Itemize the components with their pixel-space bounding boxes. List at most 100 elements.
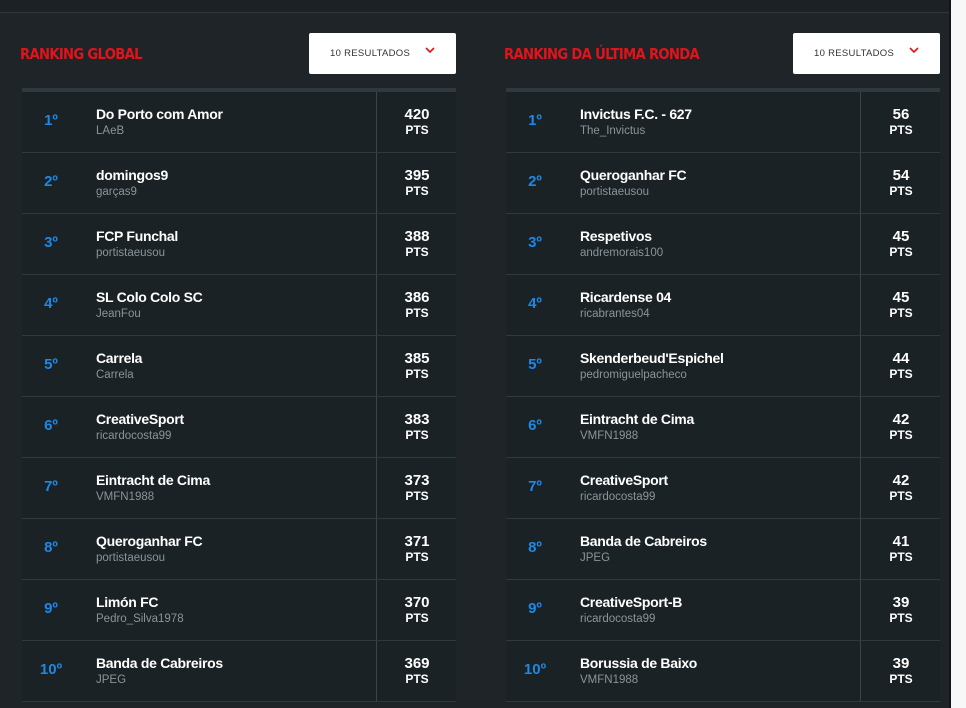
points-value: 370 (404, 594, 430, 611)
team-name[interactable]: Ricardense 04 (580, 289, 671, 305)
user-name: pedromiguelpacheco (580, 369, 687, 381)
points-value: 373 (404, 472, 430, 489)
chevron-down-icon (909, 47, 919, 54)
ranking-row[interactable]: 8º Banda de Cabreiros JPEG 41 PTS (506, 519, 940, 580)
team-name[interactable]: Banda de Cabreiros (96, 655, 223, 671)
ranking-row[interactable]: 2º Queroganhar FC portistaeusou 54 PTS (506, 153, 940, 214)
ranking-row[interactable]: 1º Invictus F.C. - 627 The_Invictus 56 PTS (506, 92, 940, 153)
team-name[interactable]: Do Porto com Amor (96, 106, 223, 122)
user-name: garças9 (96, 186, 137, 198)
user-name: Carrela (96, 369, 134, 381)
team-name[interactable]: Eintracht de Cima (96, 472, 210, 488)
team-name[interactable]: CreativeSport (580, 472, 668, 488)
user-name: VMFN1988 (580, 674, 639, 686)
team-name[interactable]: Eintracht de Cima (580, 411, 694, 427)
points-label: PTS (405, 489, 429, 503)
team-name[interactable]: CreativeSport (96, 411, 184, 427)
points-cell: 45 PTS (860, 214, 941, 274)
team-name[interactable]: SL Colo Colo SC (96, 289, 203, 305)
rank-position: 5º (44, 356, 58, 373)
user-name: VMFN1988 (96, 491, 155, 503)
ranking-row[interactable]: 10º Banda de Cabreiros JPEG 369 PTS (22, 641, 456, 702)
rank-position: 1º (44, 112, 58, 129)
ranking-page: RANKING GLOBAL 10 RESULTADOS 1º Do Porto … (0, 0, 966, 708)
ranking-row[interactable]: 6º CreativeSport ricardocosta99 383 PTS (22, 397, 456, 458)
rank-position: 7º (44, 478, 58, 495)
global-results-select[interactable]: 10 RESULTADOS (309, 33, 456, 74)
points-cell: 54 PTS (860, 153, 941, 213)
user-name: LAeB (96, 125, 125, 137)
rank-position: 10º (523, 661, 547, 678)
rank-position: 4º (44, 295, 58, 312)
user-name: portistaeusou (580, 186, 650, 198)
ranking-row[interactable]: 3º Respetivos andremorais100 45 PTS (506, 214, 940, 275)
points-value: 420 (404, 106, 430, 123)
rank-position: 6º (528, 417, 542, 434)
last-round-ranking-title: RANKING DA ÚLTIMA RONDA (504, 45, 700, 63)
global-ranking-panel: RANKING GLOBAL 10 RESULTADOS 1º Do Porto … (20, 33, 456, 702)
points-label: PTS (889, 550, 913, 564)
points-label: PTS (889, 245, 913, 259)
last-round-results-select-value: 10 RESULTADOS (814, 48, 895, 59)
ranking-row[interactable]: 5º Skenderbeud'Espichel pedromiguelpacheco… (506, 336, 940, 397)
ranking-row[interactable]: 8º Queroganhar FC portistaeusou 371 PTS (22, 519, 456, 580)
user-name: JPEG (580, 552, 611, 564)
ranking-row[interactable]: 9º CreativeSport-B ricardocosta99 39 PTS (506, 580, 940, 641)
rank-position: 7º (528, 478, 542, 495)
team-name[interactable]: domingos9 (96, 167, 168, 183)
ranking-row[interactable]: 2º domingos9 garças9 395 PTS (22, 153, 456, 214)
ranking-row[interactable]: 1º Do Porto com Amor LAeB 420 PTS (22, 92, 456, 153)
points-value: 45 (892, 289, 910, 306)
ranking-row[interactable]: 10º Borussia de Baixo VMFN1988 39 PTS (506, 641, 940, 702)
user-name: andremorais100 (580, 247, 664, 259)
points-label: PTS (405, 306, 429, 320)
points-value: 371 (404, 533, 430, 550)
team-name[interactable]: Queroganhar FC (96, 533, 203, 549)
last-round-ranking-header: RANKING DA ÚLTIMA RONDA 10 RESULTADOS (504, 33, 940, 75)
points-cell: 386 PTS (376, 275, 457, 335)
ranking-row[interactable]: 9º Limón FC Pedro_Silva1978 370 PTS (22, 580, 456, 641)
team-name[interactable]: Banda de Cabreiros (580, 533, 707, 549)
team-name[interactable]: CreativeSport-B (580, 594, 682, 610)
rank-position: 2º (44, 173, 58, 190)
points-cell: 395 PTS (376, 153, 457, 213)
rank-position: 8º (528, 539, 542, 556)
team-name[interactable]: Borussia de Baixo (580, 655, 697, 671)
points-label: PTS (405, 611, 429, 625)
ranking-row[interactable]: 6º Eintracht de Cima VMFN1988 42 PTS (506, 397, 940, 458)
rank-position: 2º (528, 173, 542, 190)
ranking-row[interactable]: 3º FCP Funchal portistaeusou 388 PTS (22, 214, 456, 275)
rank-position: 4º (528, 295, 542, 312)
team-name[interactable]: Limón FC (96, 594, 158, 610)
user-name: The_Invictus (580, 125, 646, 137)
team-name[interactable]: Carrela (96, 350, 142, 366)
team-name[interactable]: FCP Funchal (96, 228, 178, 244)
team-name[interactable]: Respetivos (580, 228, 652, 244)
rank-position: 9º (44, 600, 58, 617)
points-value: 369 (404, 655, 430, 672)
points-label: PTS (889, 123, 913, 137)
points-cell: 383 PTS (376, 397, 457, 457)
points-cell: 42 PTS (860, 458, 941, 518)
last-round-results-select[interactable]: 10 RESULTADOS (793, 33, 940, 74)
points-cell: 39 PTS (860, 580, 941, 640)
team-name[interactable]: Queroganhar FC (580, 167, 687, 183)
ranking-row[interactable]: 7º Eintracht de Cima VMFN1988 373 PTS (22, 458, 456, 519)
points-value: 395 (404, 167, 430, 184)
points-label: PTS (889, 611, 913, 625)
ranking-row[interactable]: 4º Ricardense 04 ricabrantes04 45 PTS (506, 275, 940, 336)
team-name[interactable]: Skenderbeud'Espichel (580, 350, 724, 366)
points-cell: 41 PTS (860, 519, 941, 579)
points-value: 42 (892, 472, 910, 489)
points-cell: 371 PTS (376, 519, 457, 579)
rank-position: 3º (44, 234, 58, 251)
points-value: 42 (892, 411, 910, 428)
ranking-row[interactable]: 7º CreativeSport ricardocosta99 42 PTS (506, 458, 940, 519)
team-name[interactable]: Invictus F.C. - 627 (580, 106, 692, 122)
ranking-row[interactable]: 4º SL Colo Colo SC JeanFou 386 PTS (22, 275, 456, 336)
points-label: PTS (405, 672, 429, 686)
user-name: ricardocosta99 (96, 430, 172, 442)
global-ranking-header: RANKING GLOBAL 10 RESULTADOS (20, 33, 456, 75)
ranking-row[interactable]: 5º Carrela Carrela 385 PTS (22, 336, 456, 397)
points-cell: 39 PTS (860, 641, 941, 701)
